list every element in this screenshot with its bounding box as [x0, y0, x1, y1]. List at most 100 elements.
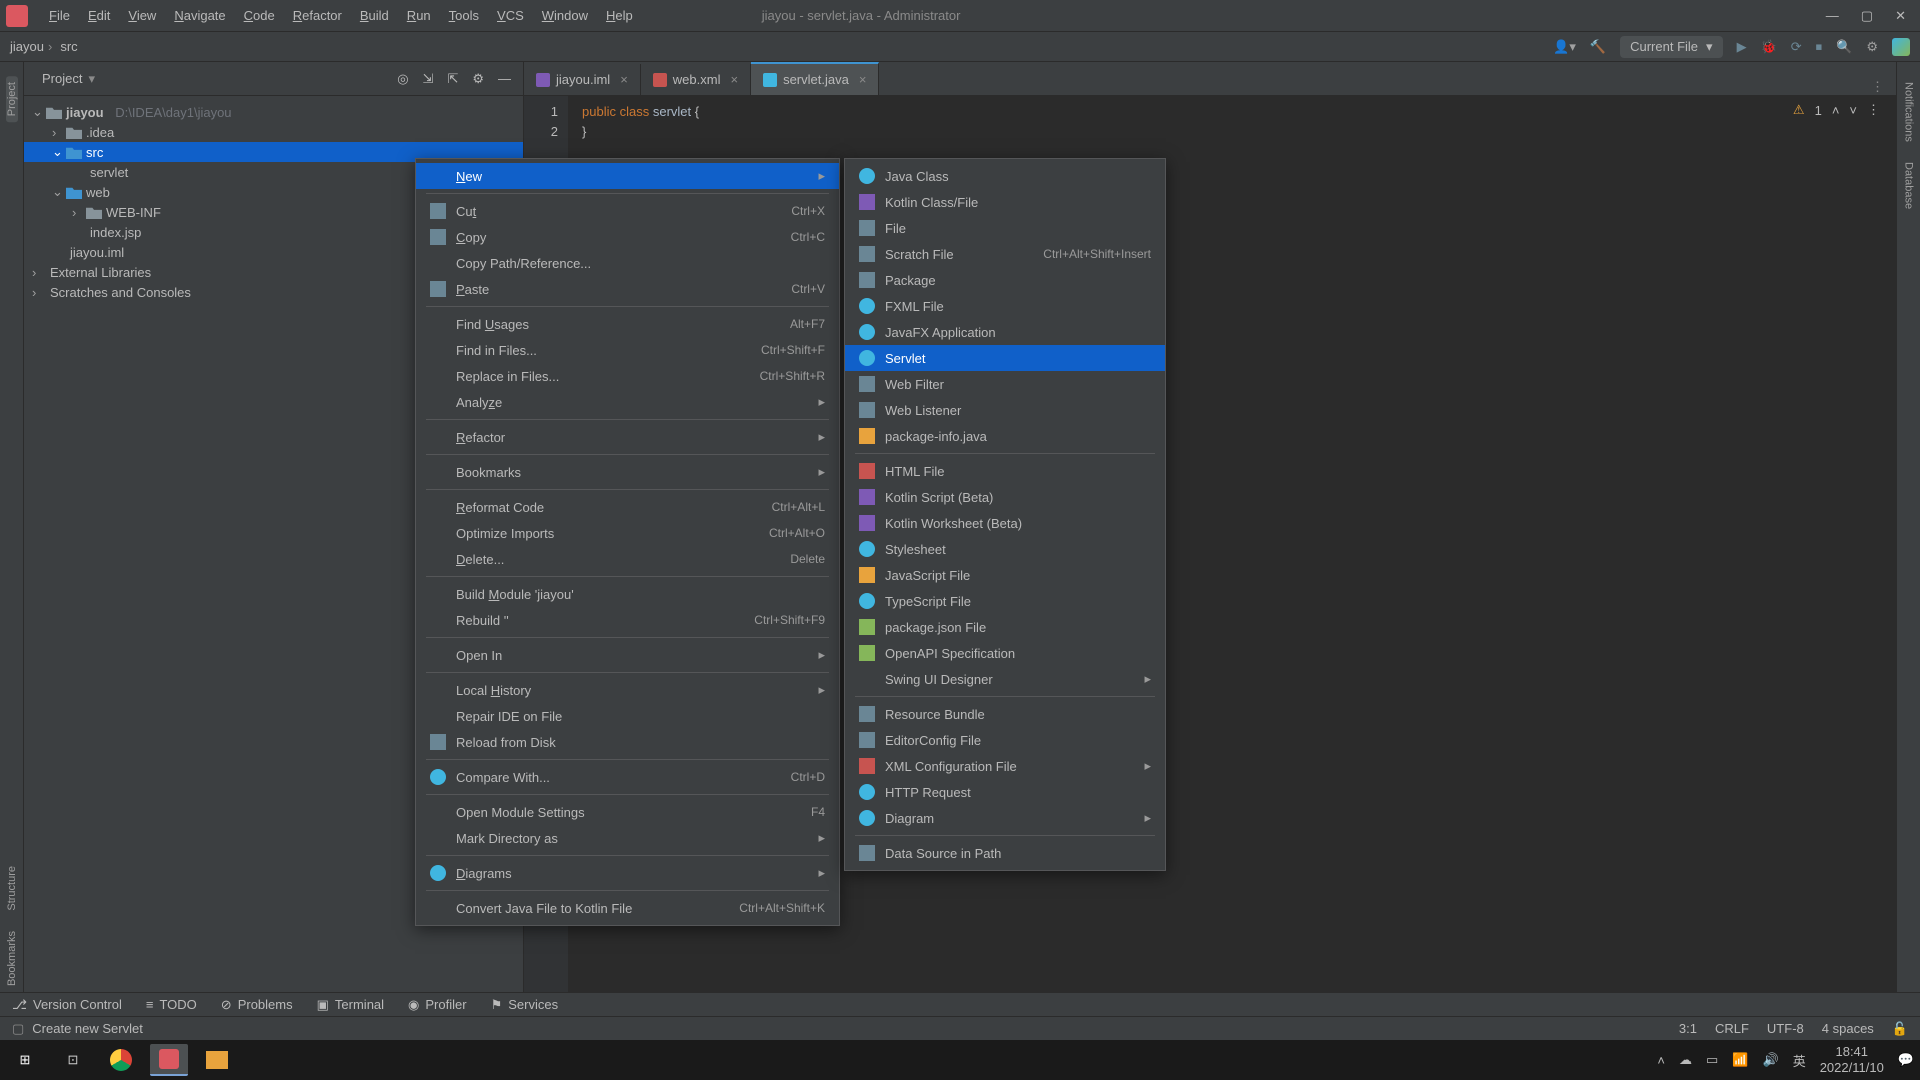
hide-icon[interactable]: — [498, 71, 511, 87]
menu-item-openapi-specification[interactable]: OpenAPI Specification [845, 640, 1165, 666]
menu-item-mark-directory-as[interactable]: Mark Directory as▸ [416, 825, 839, 851]
menu-item-replace-in-files-[interactable]: Replace in Files...Ctrl+Shift+R [416, 363, 839, 389]
volume-icon[interactable]: 🔊 [1763, 1052, 1779, 1068]
readonly-icon[interactable]: 🔓 [1892, 1021, 1908, 1037]
tray-chevron-icon[interactable]: ˄ [1657, 1053, 1665, 1068]
menu-item-open-module-settings[interactable]: Open Module SettingsF4 [416, 799, 839, 825]
menu-item-reformat-code[interactable]: Reformat CodeCtrl+Alt+L [416, 494, 839, 520]
menu-item-compare-with-[interactable]: Compare With...Ctrl+D [416, 764, 839, 790]
build-icon[interactable]: 🔨 [1590, 39, 1606, 55]
menu-item-data-source-in-path[interactable]: Data Source in Path [845, 840, 1165, 866]
menu-item-package[interactable]: Package [845, 267, 1165, 293]
run-icon[interactable]: ▶ [1737, 39, 1747, 55]
menu-item-copy[interactable]: CopyCtrl+C [416, 224, 839, 250]
rail-structure[interactable]: Structure [6, 860, 18, 917]
menu-item-resource-bundle[interactable]: Resource Bundle [845, 701, 1165, 727]
menu-item-fxml-file[interactable]: FXML File [845, 293, 1165, 319]
menu-help[interactable]: Help [597, 2, 642, 29]
menu-item-kotlin-class-file[interactable]: Kotlin Class/File [845, 189, 1165, 215]
breadcrumb[interactable]: jiayou › src [10, 39, 78, 54]
more-run-icon[interactable]: ⟳ [1791, 39, 1802, 55]
close-tab-icon[interactable]: × [730, 72, 738, 87]
menu-item-bookmarks[interactable]: Bookmarks▸ [416, 459, 839, 485]
menu-tools[interactable]: Tools [440, 2, 488, 29]
menu-navigate[interactable]: Navigate [165, 2, 234, 29]
menu-item-xml-configuration-file[interactable]: XML Configuration File▸ [845, 753, 1165, 779]
explorer-icon[interactable] [198, 1044, 236, 1076]
menu-item-repair-ide-on-file[interactable]: Repair IDE on File [416, 703, 839, 729]
debug-icon[interactable]: 🐞 [1761, 39, 1777, 55]
menu-item-reload-from-disk[interactable]: Reload from Disk [416, 729, 839, 755]
menu-item-find-usages[interactable]: Find UsagesAlt+F7 [416, 311, 839, 337]
menu-item-stylesheet[interactable]: Stylesheet [845, 536, 1165, 562]
menu-item-web-filter[interactable]: Web Filter [845, 371, 1165, 397]
bottom-services[interactable]: ⚑Services [491, 997, 559, 1013]
menu-item-build-module-jiayou-[interactable]: Build Module 'jiayou' [416, 581, 839, 607]
menu-item-servlet[interactable]: Servlet [845, 345, 1165, 371]
menu-item-swing-ui-designer[interactable]: Swing UI Designer▸ [845, 666, 1165, 692]
menu-item-diagrams[interactable]: Diagrams▸ [416, 860, 839, 886]
menu-item-local-history[interactable]: Local History▸ [416, 677, 839, 703]
menu-item-refactor[interactable]: Refactor▸ [416, 424, 839, 450]
menu-vcs[interactable]: VCS [488, 2, 533, 29]
menu-item-http-request[interactable]: HTTP Request [845, 779, 1165, 805]
expand-icon[interactable]: ⇲ [423, 71, 434, 87]
menu-item-java-class[interactable]: Java Class [845, 163, 1165, 189]
menu-item-open-in[interactable]: Open In▸ [416, 642, 839, 668]
stop-icon[interactable]: ⏹ [1816, 39, 1823, 55]
minimize-icon[interactable]: — [1826, 8, 1839, 24]
rail-bookmarks[interactable]: Bookmarks [6, 925, 18, 992]
chevron-up-icon[interactable]: ˄ [1832, 103, 1840, 118]
user-icon[interactable]: 👤▾ [1553, 39, 1576, 55]
chevron-down-icon[interactable]: ˅ [1849, 103, 1857, 118]
context-menu[interactable]: New▸CutCtrl+XCopyCtrl+CCopy Path/Referen… [415, 158, 840, 926]
tree-idea[interactable]: ›.idea [24, 122, 523, 142]
bottom-version-control[interactable]: ⎇Version Control [12, 997, 122, 1013]
target-icon[interactable]: ◎ [397, 71, 408, 87]
bottom-todo[interactable]: ≡TODO [146, 997, 197, 1012]
menu-item-javafx-application[interactable]: JavaFX Application [845, 319, 1165, 345]
rail-database[interactable]: Database [1903, 156, 1915, 215]
menu-item-new[interactable]: New▸ [416, 163, 839, 189]
menu-item-cut[interactable]: CutCtrl+X [416, 198, 839, 224]
menu-item-html-file[interactable]: HTML File [845, 458, 1165, 484]
close-tab-icon[interactable]: × [859, 72, 867, 87]
status-pos[interactable]: 3:1 [1679, 1021, 1697, 1037]
bottom-profiler[interactable]: ◉Profiler [408, 997, 467, 1013]
menu-item-kotlin-script-beta-[interactable]: Kotlin Script (Beta) [845, 484, 1165, 510]
onedrive-icon[interactable]: ☁ [1679, 1052, 1692, 1068]
gear-icon[interactable]: ⚙ [472, 71, 484, 87]
rail-notifications[interactable]: Notifications [1903, 76, 1915, 148]
menu-item-analyze[interactable]: Analyze▸ [416, 389, 839, 415]
menu-code[interactable]: Code [235, 2, 284, 29]
menu-file[interactable]: File [40, 2, 79, 29]
search-icon[interactable]: 🔍 [1836, 39, 1852, 55]
close-icon[interactable]: ✕ [1895, 8, 1906, 24]
avatar-icon[interactable] [1892, 38, 1910, 56]
run-config-selector[interactable]: Current File ▾ [1620, 36, 1722, 58]
menu-item-web-listener[interactable]: Web Listener [845, 397, 1165, 423]
menu-window[interactable]: Window [533, 2, 597, 29]
menu-build[interactable]: Build [351, 2, 398, 29]
menu-item-javascript-file[interactable]: JavaScript File [845, 562, 1165, 588]
ime-icon[interactable]: 英 [1793, 1051, 1806, 1070]
close-tab-icon[interactable]: × [620, 72, 628, 87]
more-icon[interactable]: ⋮ [1867, 102, 1880, 118]
crumb-src[interactable]: src [60, 39, 77, 54]
tree-root[interactable]: ⌄jiayou D:\IDEA\day1\jiayou [24, 102, 523, 122]
menu-item-paste[interactable]: PasteCtrl+V [416, 276, 839, 302]
bottom-terminal[interactable]: ▣Terminal [317, 997, 384, 1013]
crumb-root[interactable]: jiayou [10, 39, 44, 54]
rail-project[interactable]: Project [6, 76, 18, 122]
collapse-icon[interactable]: ⇱ [447, 71, 458, 87]
menu-item-kotlin-worksheet-beta-[interactable]: Kotlin Worksheet (Beta) [845, 510, 1165, 536]
wifi-icon[interactable]: 📶 [1732, 1052, 1748, 1068]
taskbar-clock[interactable]: 18:41 2022/11/10 [1820, 1044, 1884, 1075]
tab-servlet-java[interactable]: servlet.java× [751, 62, 879, 95]
menu-item-rebuild-default-[interactable]: Rebuild ''Ctrl+Shift+F9 [416, 607, 839, 633]
menu-view[interactable]: View [119, 2, 165, 29]
tabs-more-icon[interactable]: ⋮ [1859, 79, 1896, 95]
menu-item-typescript-file[interactable]: TypeScript File [845, 588, 1165, 614]
task-view-icon[interactable]: ⊡ [54, 1044, 92, 1076]
menu-item-optimize-imports[interactable]: Optimize ImportsCtrl+Alt+O [416, 520, 839, 546]
